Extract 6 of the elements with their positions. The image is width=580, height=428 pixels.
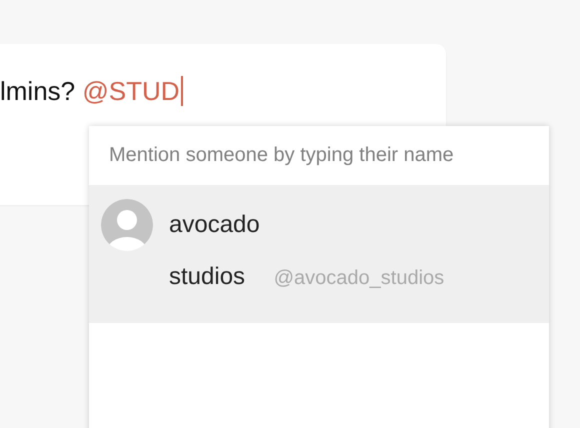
- user-name: avocado studios: [169, 210, 260, 292]
- hint-text: Mention someone by typing their name: [108, 143, 455, 168]
- message-input[interactable]: lmins? @STUD: [0, 74, 183, 108]
- avatar-icon: [101, 199, 153, 251]
- suggestion-item[interactable]: avocado studios @avocado_studios: [89, 185, 549, 323]
- user-handle: @avocado_studios: [274, 267, 444, 289]
